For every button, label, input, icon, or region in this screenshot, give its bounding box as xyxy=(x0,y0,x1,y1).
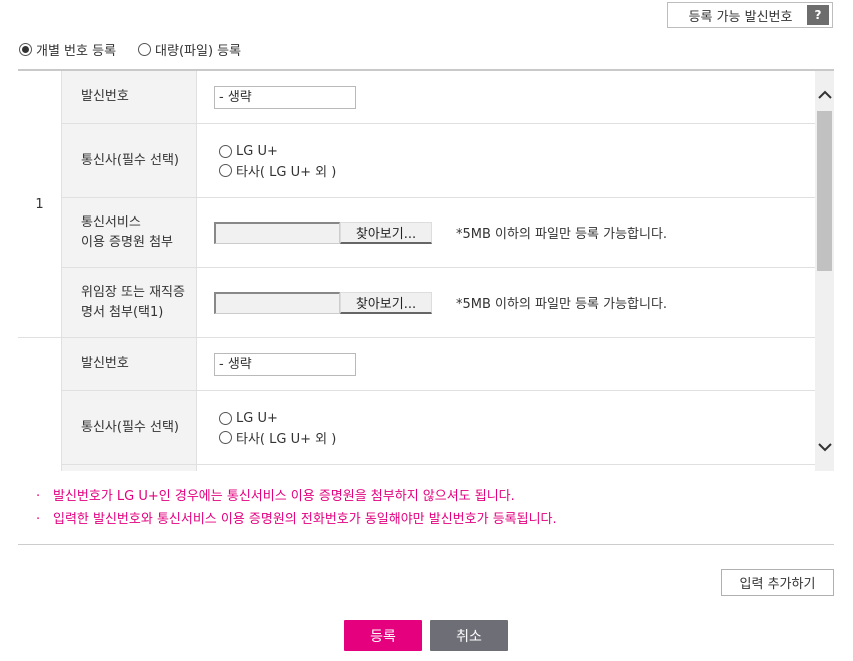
individual-radio[interactable] xyxy=(19,43,32,56)
carrier-row: 통신사(필수 선택) LG U+ 타사( LG U+ 외 ) xyxy=(62,124,815,198)
divider xyxy=(18,544,834,545)
notice-text: 입력한 발신번호와 통신서비스 이용 증명원의 전화번호가 동일해야만 발신번호… xyxy=(53,512,557,527)
registration-scroll-area: 1 발신번호 - 생략 통신사(필수 선택) LG U+ 타사(LG U+ 외… xyxy=(18,71,815,471)
sender-row: 발신번호 - 생략 xyxy=(62,71,815,124)
notice-bullet: · xyxy=(36,512,41,527)
registration-table: 1 발신번호 - 생략 통신사(필수 선택) LG U+ 타사(LG U+ 외… xyxy=(18,69,834,471)
delegation-file-input[interactable]: 찾아보기... xyxy=(214,291,432,314)
service-proof-label-line1: 통신서비스 xyxy=(81,214,141,230)
notice-text: 발신번호가 LG U+인 경우에는 통신서비스 이용 증명원을 첨부하지 않으셔… xyxy=(53,489,515,504)
individual-registration-label: 개별 번호 등록 xyxy=(36,44,117,59)
carrier-other-label: 타사( LG U+ 외 ) xyxy=(236,431,337,447)
service-proof-label-line2: 이용 증명원 첨부 xyxy=(81,234,173,250)
sender-label: 발신번호 xyxy=(62,71,197,123)
carrier-other-option[interactable]: 타사( LG U+ 외 ) xyxy=(219,161,336,180)
carrier-other-radio[interactable] xyxy=(219,163,232,177)
carrier-lg-option[interactable]: LG U+ xyxy=(219,142,336,161)
registration-group-2: 2 발신번호 - 생략 통신사(필수 선택) LG U+ xyxy=(18,338,815,471)
delegation-file-note: *5MB 이하의 파일만 등록 가능합니다. xyxy=(456,297,668,312)
scrollbar-thumb[interactable] xyxy=(817,111,832,271)
sender-label: 발신번호 xyxy=(62,338,197,390)
carrier-label: 통신사(필수 선택) xyxy=(62,124,197,197)
delegation-label-line1: 위임장 또는 재직증 xyxy=(81,284,185,300)
carrier-lg-label: LG U+ xyxy=(236,143,278,159)
delegation-file-path[interactable] xyxy=(214,291,340,314)
bulk-registration-label: 대량(파일) 등록 xyxy=(155,44,242,59)
table-scrollbar[interactable] xyxy=(815,71,834,471)
service-proof-row xyxy=(62,465,815,471)
submit-button[interactable]: 등록 xyxy=(344,620,422,651)
service-proof-file-path[interactable] xyxy=(214,221,340,244)
carrier-lg-label: LG U+ xyxy=(236,410,278,426)
chevron-down-icon[interactable] xyxy=(815,437,834,457)
carrier-label: 통신사(필수 선택) xyxy=(62,391,197,464)
registration-mode: 개별 번호 등록 대량(파일) 등록 xyxy=(19,40,263,59)
notice-bullet: · xyxy=(36,489,41,504)
group-number: 2 xyxy=(18,338,62,471)
help-icon[interactable]: ? xyxy=(807,5,829,25)
carrier-other-radio[interactable] xyxy=(219,430,232,444)
delegation-label: 위임장 또는 재직증 명서 첨부(택1) xyxy=(62,268,197,337)
service-proof-file-note: *5MB 이하의 파일만 등록 가능합니다. xyxy=(456,227,668,242)
service-proof-label: 통신서비스 이용 증명원 첨부 xyxy=(62,198,197,267)
service-proof-file-input[interactable]: 찾아보기... xyxy=(214,221,432,244)
sender-row: 발신번호 - 생략 xyxy=(62,338,815,391)
add-input-button[interactable]: 입력 추가하기 xyxy=(721,569,834,596)
carrier-other-option[interactable]: 타사( LG U+ 외 ) xyxy=(219,428,336,447)
notice-item: · 발신번호가 LG U+인 경우에는 통신서비스 이용 증명원을 첨부하지 않… xyxy=(36,485,557,508)
individual-registration-option[interactable]: 개별 번호 등록 xyxy=(19,40,116,59)
sender-number-input[interactable]: - 생략 xyxy=(214,85,356,109)
notice-list: · 발신번호가 LG U+인 경우에는 통신서비스 이용 증명원을 첨부하지 않… xyxy=(36,485,557,531)
service-proof-browse-button[interactable]: 찾아보기... xyxy=(340,221,432,244)
cancel-button[interactable]: 취소 xyxy=(430,620,508,651)
carrier-lg-radio[interactable] xyxy=(219,144,232,158)
carrier-lg-radio[interactable] xyxy=(219,411,232,425)
carrier-lg-option[interactable]: LG U+ xyxy=(219,409,336,428)
bulk-registration-option[interactable]: 대량(파일) 등록 xyxy=(138,40,241,59)
group-number: 1 xyxy=(18,71,62,337)
registered-numbers-button[interactable]: 등록 가능 발신번호 ? xyxy=(667,2,833,28)
delegation-browse-button[interactable]: 찾아보기... xyxy=(340,291,432,314)
registration-group-1: 1 발신번호 - 생략 통신사(필수 선택) LG U+ 타사(LG U+ 외… xyxy=(18,71,815,338)
chevron-up-icon[interactable] xyxy=(815,84,834,104)
notice-item: · 입력한 발신번호와 통신서비스 이용 증명원의 전화번호가 동일해야만 발신… xyxy=(36,508,557,531)
carrier-row: 통신사(필수 선택) LG U+ 타사( LG U+ 외 ) xyxy=(62,391,815,465)
registered-numbers-label: 등록 가능 발신번호 xyxy=(688,9,793,25)
service-proof-label xyxy=(62,465,197,471)
sender-number-input[interactable]: - 생략 xyxy=(214,352,356,376)
delegation-row: 위임장 또는 재직증 명서 첨부(택1) 찾아보기... *5MB 이하의 파일… xyxy=(62,268,815,337)
delegation-label-line2: 명서 첨부(택1) xyxy=(81,304,164,320)
service-proof-row: 통신서비스 이용 증명원 첨부 찾아보기... *5MB 이하의 파일만 등록 … xyxy=(62,198,815,268)
carrier-other-label: 타사( LG U+ 외 ) xyxy=(236,164,337,180)
bulk-radio[interactable] xyxy=(138,43,152,56)
